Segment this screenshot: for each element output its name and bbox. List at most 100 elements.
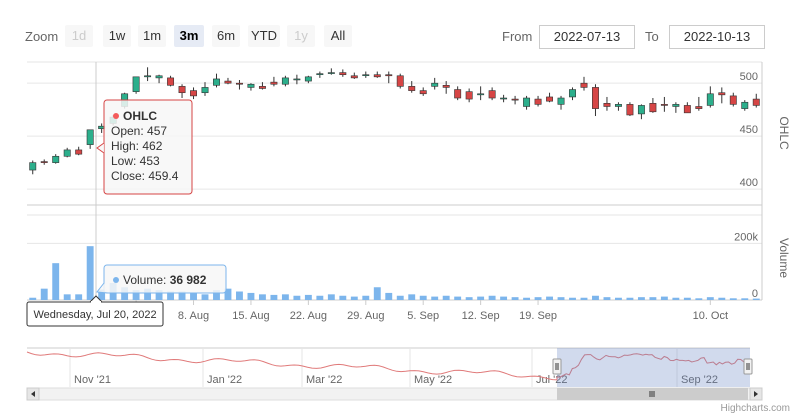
volume-bar — [718, 297, 726, 300]
candle-body — [454, 89, 462, 99]
volume-bar — [362, 295, 370, 300]
candle-body — [247, 83, 255, 88]
candle — [741, 100, 749, 111]
volume-bar — [465, 297, 473, 300]
candle-body — [236, 82, 243, 85]
candle-body — [132, 76, 140, 92]
volume-bar — [75, 294, 83, 300]
ohlc-series-dot — [113, 113, 119, 119]
volume-bar — [454, 296, 462, 300]
ohlc-tooltip-row: Close: 459.4 — [111, 169, 179, 183]
candle-body — [316, 73, 324, 76]
volume-bar — [603, 297, 611, 300]
candle — [488, 87, 496, 101]
candle — [419, 87, 427, 96]
x-tick-label: 8. Aug — [178, 310, 209, 322]
candle-body — [511, 98, 519, 101]
x-tick-label: 22. Aug — [290, 310, 327, 322]
volume-bar — [615, 297, 622, 300]
candle-body — [660, 104, 668, 106]
candle — [683, 102, 691, 114]
candle — [270, 76, 278, 87]
candle — [52, 154, 60, 164]
volume-bar — [52, 263, 60, 300]
candle — [40, 159, 48, 165]
candle-body — [706, 93, 714, 106]
candle-body — [465, 91, 473, 100]
volume-bar — [40, 288, 48, 300]
candle-body — [488, 90, 496, 99]
candle-body — [649, 103, 657, 113]
candle-body — [557, 97, 565, 105]
volume-tooltip-text: Volume: 36 982 — [123, 273, 207, 287]
volume-bar — [190, 292, 197, 300]
ohlc-tooltip-row: Low: 453 — [111, 154, 160, 168]
candle — [511, 95, 519, 105]
candle — [454, 86, 462, 101]
volume-bar — [201, 294, 209, 300]
candle-body — [75, 149, 83, 155]
candle-body — [29, 162, 37, 171]
candle — [500, 94, 508, 103]
volume-axis-title: Volume — [777, 238, 791, 278]
volume-bar — [316, 295, 324, 300]
volume-bar — [488, 295, 496, 300]
candle — [339, 69, 347, 77]
volume-bar — [431, 296, 439, 300]
candle — [706, 86, 714, 108]
candle-body — [224, 80, 232, 84]
candle-body — [167, 77, 175, 86]
volume-bar — [569, 297, 576, 300]
candle — [649, 98, 657, 113]
candle-body — [396, 75, 404, 87]
candle — [224, 77, 232, 85]
candle — [316, 71, 324, 78]
volume-bar — [281, 294, 289, 300]
candle-body — [741, 101, 749, 109]
candle — [534, 95, 542, 107]
volume-tooltip: Volume: 36 982 — [96, 264, 227, 294]
candle — [729, 92, 737, 107]
candle-body — [752, 98, 760, 106]
x-tick-label: 12. Sep — [462, 310, 500, 322]
credits-link[interactable]: Highcharts.com — [721, 403, 790, 414]
volume-bar — [649, 297, 657, 300]
candle — [580, 76, 588, 91]
ohlc-tick-label: 500 — [740, 71, 758, 83]
scrollbar — [26, 387, 763, 401]
candle-body — [569, 89, 576, 98]
candle — [167, 75, 175, 87]
volume-bar — [729, 298, 737, 300]
volume-bar — [672, 297, 680, 300]
candle — [86, 129, 94, 149]
candle-body — [695, 106, 703, 109]
candle-body — [603, 103, 611, 107]
candle — [190, 87, 197, 100]
volume-bar — [350, 296, 358, 300]
candle — [75, 146, 83, 156]
volume-bar — [500, 296, 508, 300]
x-tick-label: 15. Aug — [232, 310, 269, 322]
candle-body — [373, 74, 381, 78]
volume-bar — [419, 295, 427, 300]
candle — [637, 104, 645, 120]
volume-bar — [63, 294, 71, 300]
candle — [281, 75, 289, 87]
volume-bar — [339, 295, 347, 300]
volume-bar — [741, 298, 749, 300]
volume-bar — [580, 297, 588, 300]
candle — [546, 92, 553, 103]
candle-body — [258, 86, 266, 89]
volume-bar — [304, 294, 312, 300]
candle-body — [86, 129, 94, 145]
volume-bar — [706, 297, 714, 300]
volume-tick-label: 200k — [734, 231, 758, 243]
candle — [178, 84, 186, 99]
volume-bar — [695, 298, 703, 300]
candle-body — [304, 76, 312, 82]
candle-body — [580, 82, 588, 88]
volume-bar — [29, 297, 37, 300]
candle-body — [614, 104, 622, 107]
volume-bar — [523, 297, 531, 300]
candle-body — [534, 98, 542, 105]
